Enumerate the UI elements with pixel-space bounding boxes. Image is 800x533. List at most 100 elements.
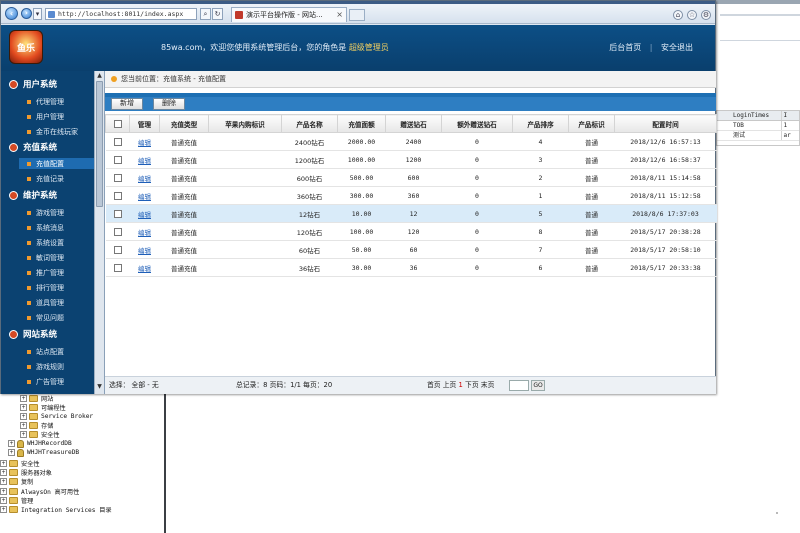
row-checkbox[interactable] <box>113 155 122 164</box>
tree-item[interactable]: + 安全性 <box>0 459 40 468</box>
expand-icon[interactable]: + <box>0 478 7 485</box>
tree-item[interactable]: + 安全性 <box>20 430 60 439</box>
expand-icon[interactable]: + <box>20 404 27 411</box>
sidebar-group-website[interactable]: 网站系统 <box>9 328 57 340</box>
row-checkbox[interactable] <box>113 137 122 146</box>
expand-icon[interactable]: + <box>0 488 7 495</box>
tree-item[interactable]: + WHJHRecordDB <box>8 439 72 448</box>
sidebar-item-game-rules[interactable]: 游戏规则 <box>27 361 64 372</box>
refresh-icon[interactable]: ↻ <box>212 8 223 20</box>
sidebar-item-recharge-records[interactable]: 充值记录 <box>27 173 64 184</box>
sidebar-item-promotion[interactable]: 推广管理 <box>27 267 64 278</box>
expand-icon[interactable]: + <box>0 497 7 504</box>
sidebar-group-user[interactable]: 用户系统 <box>9 78 57 90</box>
sidebar-item-system-settings[interactable]: 系统设置 <box>27 237 64 248</box>
home-icon[interactable]: ⌂ <box>673 10 683 20</box>
select-all-checkbox[interactable] <box>113 119 122 128</box>
expand-icon[interactable]: + <box>20 413 27 420</box>
delete-button[interactable]: 删除 <box>153 98 185 110</box>
expand-icon[interactable]: + <box>0 506 7 513</box>
table-row[interactable]: 编辑 普通充值 120钻石 100.00 120 0 8 普通 2018/5/17 20:38:… <box>105 222 717 241</box>
sidebar-item-games[interactable]: 游戏管理 <box>27 207 64 218</box>
expand-icon[interactable]: + <box>8 440 15 447</box>
scrollbar-thumb[interactable] <box>96 81 103 207</box>
edit-link[interactable]: 编辑 <box>138 247 151 255</box>
expand-icon[interactable]: + <box>0 469 7 476</box>
tree-item[interactable]: + WHJHTreasureDB <box>8 448 79 457</box>
sidebar-item-recharge-config[interactable]: 充值配置 <box>19 158 94 169</box>
table-row[interactable]: 编辑 普通充值 2400钻石 2000.00 2400 0 4 普通 2018/12/6 16:… <box>105 132 717 151</box>
manage-cell: 编辑 <box>129 132 160 151</box>
go-button[interactable]: GO <box>531 380 545 391</box>
edit-link[interactable]: 编辑 <box>138 211 151 219</box>
back-arrow-icon[interactable]: ‹ <box>5 7 18 20</box>
forward-arrow-icon[interactable]: › <box>21 8 32 19</box>
expand-icon[interactable]: + <box>20 431 27 438</box>
tab-close-icon[interactable]: × <box>336 8 343 22</box>
sidebar-item-site-config[interactable]: 站点配置 <box>27 346 64 357</box>
row-checkbox[interactable] <box>113 227 122 236</box>
row-checkbox[interactable] <box>113 245 122 254</box>
scroll-down-icon[interactable]: ▼ <box>96 383 103 390</box>
search-icon[interactable]: ⌕ <box>200 8 211 20</box>
row-select-cell <box>105 168 130 187</box>
tree-item[interactable]: + 网站 <box>20 394 53 403</box>
expand-icon[interactable]: + <box>8 449 15 456</box>
table-row[interactable]: 编辑 普通充值 360钻石 300.00 360 0 1 普通 2018/8/11 15:12:… <box>105 186 717 205</box>
edit-link[interactable]: 编辑 <box>138 265 151 273</box>
page-number-input[interactable] <box>509 380 529 391</box>
tree-item[interactable]: + 存储 <box>20 421 53 430</box>
logout-link[interactable]: 安全退出 <box>661 43 693 52</box>
sidebar-item-online-players[interactable]: 金币在线玩家 <box>27 126 78 137</box>
sidebar-item-faq[interactable]: 常见问题 <box>27 312 64 323</box>
sidebar-item-rankings[interactable]: 排行管理 <box>27 282 64 293</box>
pager-last[interactable]: 末页 <box>481 381 495 389</box>
expand-icon[interactable]: + <box>20 395 27 402</box>
sidebar-group-maintenance[interactable]: 维护系统 <box>9 189 57 201</box>
tree-item[interactable]: + 复制 <box>0 477 33 486</box>
pager-prev[interactable]: 上页 <box>443 381 457 389</box>
home-link[interactable]: 后台首页 <box>609 43 641 52</box>
select-all-none[interactable]: 选择： 全部 - 无 <box>109 377 159 394</box>
tree-item[interactable]: + Integration Services 目录 <box>0 505 112 514</box>
sidebar-scrollbar[interactable]: ▲ ▼ <box>94 71 104 394</box>
sidebar-item-props[interactable]: 道具管理 <box>27 297 64 308</box>
edit-link[interactable]: 编辑 <box>138 157 151 165</box>
pager-next[interactable]: 下页 <box>465 381 479 389</box>
table-row[interactable]: 编辑 普通充值 12钻石 10.00 12 0 5 普通 2018/8/6 17:37:03 <box>105 204 717 223</box>
table-row[interactable]: 编辑 普通充值 1200钻石 1000.00 1200 0 3 普通 2018/12/6 16:… <box>105 150 717 169</box>
new-tab-button[interactable] <box>349 9 365 21</box>
expand-icon[interactable]: + <box>0 460 7 467</box>
edit-link[interactable]: 编辑 <box>138 139 151 147</box>
edit-link[interactable]: 编辑 <box>138 229 151 237</box>
tree-item[interactable]: + 服务器对象 <box>0 468 52 477</box>
tree-item[interactable]: + AlwaysOn 高可用性 <box>0 487 79 496</box>
edit-link[interactable]: 编辑 <box>138 175 151 183</box>
expand-icon[interactable]: + <box>20 422 27 429</box>
row-checkbox[interactable] <box>113 263 122 272</box>
pager-first[interactable]: 首页 <box>427 381 441 389</box>
add-button[interactable]: 新增 <box>111 98 143 110</box>
tree-item[interactable]: + Service Broker <box>20 412 93 421</box>
gear-icon[interactable]: ⚙ <box>701 10 711 20</box>
star-icon[interactable]: ☆ <box>687 10 697 20</box>
sidebar-item-sensitive-words[interactable]: 敏词管理 <box>27 252 64 263</box>
table-row[interactable]: 编辑 普通充值 600钻石 500.00 600 0 2 普通 2018/8/11 15:14:… <box>105 168 717 187</box>
row-checkbox[interactable] <box>113 173 122 182</box>
scroll-up-icon[interactable]: ▲ <box>96 72 103 79</box>
sidebar-item-agents[interactable]: 代理管理 <box>27 96 64 107</box>
sidebar-item-users[interactable]: 用户管理 <box>27 111 64 122</box>
edit-link[interactable]: 编辑 <box>138 193 151 201</box>
sidebar-group-recharge[interactable]: 充值系统 <box>9 141 57 153</box>
tree-item[interactable]: + 管理 <box>0 496 33 505</box>
table-row[interactable]: 编辑 普通充值 36钻石 30.00 36 0 6 普通 2018/5/17 20:33:38 <box>105 258 717 277</box>
sidebar-item-ads[interactable]: 广告管理 <box>27 376 64 387</box>
url-input[interactable]: http://localhost:8011/index.aspx <box>45 8 197 20</box>
row-checkbox[interactable] <box>113 191 122 200</box>
dropdown-icon[interactable]: ▾ <box>33 8 42 20</box>
browser-tab[interactable]: 演示平台操作版 - 网站... × <box>231 7 347 22</box>
tree-item[interactable]: + 可编程性 <box>20 403 66 412</box>
sidebar-item-system-messages[interactable]: 系统消息 <box>27 222 64 233</box>
table-row[interactable]: 编辑 普通充值 60钻石 50.00 60 0 7 普通 2018/5/17 20:58:10 <box>105 240 717 259</box>
row-checkbox[interactable] <box>113 209 122 218</box>
